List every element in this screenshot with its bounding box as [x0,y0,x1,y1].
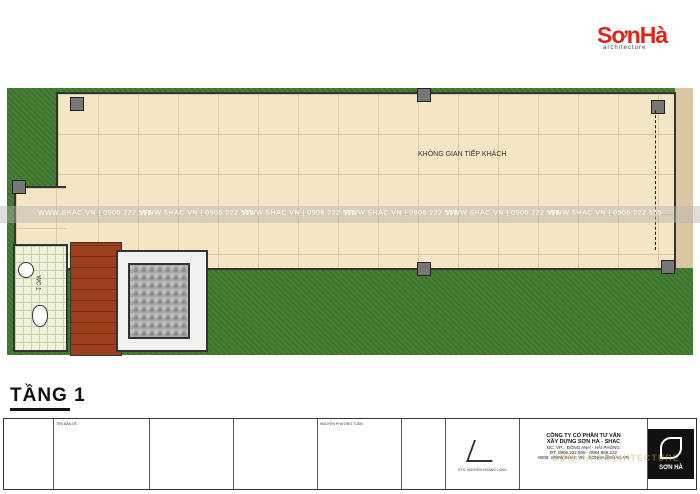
floor-title: TẦNG 1 [10,385,86,406]
wc-room [13,244,68,352]
wc-label: WC 1 [34,275,41,291]
designer-cell: NGUYỄN PHƯƠNG TUẤN [318,419,402,489]
brand-name: SƠN HÀ [659,465,683,471]
title-underline [10,408,70,411]
column [70,97,84,111]
door-swing [655,110,657,250]
approval-cell-1 [150,419,234,489]
watermark-text: WWW.SHAC.VN | 0906.222.555 [38,210,153,217]
column [651,100,665,114]
signature-icon [465,440,500,462]
road-strip [675,88,693,268]
drawing-name-cell: TÊN BẢN VẼ : [54,419,150,489]
designer-name: NGUYỄN PHƯƠNG TUẤN [320,422,363,426]
staircase [70,242,122,356]
architect-name: KTS. NGUYỄN HOÀNG LONG [458,468,507,472]
watermark-text: WWW.SHAC.VN | 0906.222.555 [140,210,255,217]
drawing-name-label: TÊN BẢN VẼ : [56,422,79,426]
reception-floor [56,92,676,270]
watermark-text: WWW.SHAC.VN | 0906.222.555 [548,210,663,217]
watermark-text: WWW.SHAC.VN | 0906.222.555 [344,210,459,217]
title-block: TÊN BẢN VẼ : NGUYỄN PHƯƠNG TUẤN KTS. NGU… [3,418,697,490]
toilet-icon [32,305,48,327]
checker-cell [402,419,446,489]
approval-cell-2 [234,419,318,489]
signature-cell: KTS. NGUYỄN HOÀNG LONG [446,419,520,489]
brand-logo-subtitle: architecture [603,45,647,51]
column [417,88,431,102]
column [661,260,675,274]
column [12,180,26,194]
watermark-text: WWW.SHAC.VN | 0906.222.555 [446,210,561,217]
watermark-text: WWW.SHAC.VN | 0906.222.555 [242,210,357,217]
room-label: KHÔNG GIAN TIẾP KHÁCH [418,151,507,158]
title-block-watermark: SƠN HÀ ARCHITECTURE [552,453,680,463]
column [417,262,431,276]
lift-shaft [128,263,190,339]
sink-icon [18,262,34,278]
revision-cell [4,419,54,489]
